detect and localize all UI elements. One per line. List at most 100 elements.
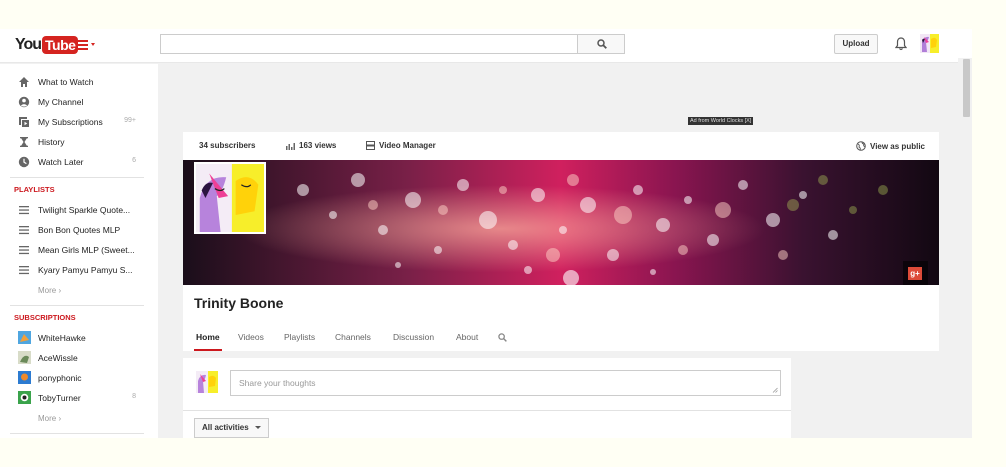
- divider: [10, 177, 144, 178]
- video-manager-link[interactable]: Video Manager: [366, 141, 436, 150]
- playlists-more-link[interactable]: More ›: [38, 286, 61, 295]
- logo-you-text: You: [15, 36, 42, 53]
- sidebar-item-my-subscriptions[interactable]: My Subscriptions 99+: [0, 112, 158, 132]
- channel-avatar[interactable]: [194, 162, 266, 234]
- share-thoughts-input[interactable]: Share your thoughts: [230, 370, 781, 396]
- subscriber-count: 34 subscribers: [199, 141, 256, 150]
- ad-label[interactable]: Ad from World Clocks [X]: [688, 117, 754, 125]
- sidebar-subscription-item[interactable]: ponyphonic: [0, 368, 158, 388]
- subscriptions-heading[interactable]: SUBSCRIPTIONS: [14, 313, 76, 322]
- tab-channels[interactable]: Channels: [335, 332, 371, 342]
- views-stat: 163 views: [286, 141, 336, 150]
- subscriptions-icon: [19, 117, 29, 127]
- sidebar-item-label: Mean Girls MLP (Sweet...: [38, 245, 135, 255]
- activity-feed: Share your thoughts All activities: [183, 358, 791, 438]
- masthead: You Tube Upload: [0, 29, 972, 63]
- divider: [10, 305, 144, 306]
- resize-handle-icon[interactable]: [772, 387, 778, 393]
- hourglass-icon: [20, 137, 28, 147]
- channel-art-image: [183, 160, 939, 285]
- playlist-icon: [19, 226, 29, 235]
- channel-avatar: [18, 351, 31, 364]
- sidebar-item-label: Kyary Pamyu Pamyu S...: [38, 265, 133, 275]
- search-input[interactable]: [160, 34, 578, 54]
- sidebar-item-label: WhiteHawke: [38, 333, 86, 343]
- user-icon: [18, 96, 30, 108]
- home-icon: [19, 77, 29, 87]
- sidebar-item-label: My Channel: [38, 97, 84, 107]
- subscriptions-more-link[interactable]: More ›: [38, 414, 61, 423]
- sidebar-item-label: My Subscriptions: [38, 117, 103, 127]
- youtube-logo[interactable]: You Tube: [15, 35, 79, 55]
- upload-button[interactable]: Upload: [834, 34, 878, 54]
- logo-tube-text: Tube: [42, 36, 79, 54]
- active-tab-indicator: [194, 349, 222, 351]
- sidebar-item-label: Twilight Sparkle Quote...: [38, 205, 131, 215]
- channel-banner[interactable]: g+: [183, 160, 939, 285]
- channel-search-icon[interactable]: [498, 333, 507, 342]
- tab-discussion[interactable]: Discussion: [393, 332, 434, 342]
- video-manager-label: Video Manager: [379, 141, 436, 150]
- google-plus-icon: g+: [908, 267, 922, 280]
- playlist-icon: [19, 206, 29, 215]
- google-plus-button[interactable]: g+: [903, 261, 928, 285]
- playlist-icon: [19, 246, 29, 255]
- youtube-window: You Tube Upload What to Watch My Channel…: [0, 29, 972, 438]
- sidebar-item-label: Bon Bon Quotes MLP: [38, 225, 121, 235]
- sidebar-item-label: Watch Later: [38, 157, 84, 167]
- channel-header: 34 subscribers 163 views Video Manager V…: [183, 132, 939, 351]
- view-as-public-label: View as public: [870, 141, 925, 151]
- account-avatar[interactable]: [920, 34, 939, 53]
- tab-playlists[interactable]: Playlists: [284, 332, 315, 342]
- playlist-icon: [19, 266, 29, 275]
- sidebar-playlist-item[interactable]: Kyary Pamyu Pamyu S...: [0, 260, 158, 280]
- guide-menu-icon[interactable]: [78, 39, 98, 51]
- sidebar-playlist-item[interactable]: Bon Bon Quotes MLP: [0, 220, 158, 240]
- tab-home[interactable]: Home: [196, 332, 220, 342]
- share-placeholder: Share your thoughts: [239, 378, 316, 388]
- subscription-count: 8: [132, 393, 136, 400]
- divider: [10, 433, 144, 434]
- sidebar-subscription-item[interactable]: TobyTurner 8: [0, 388, 158, 408]
- sidebar-item-label: ponyphonic: [38, 373, 82, 383]
- playlists-heading[interactable]: PLAYLISTS: [14, 185, 55, 194]
- clock-icon: [18, 156, 30, 168]
- sidebar-item-my-channel[interactable]: My Channel: [0, 92, 158, 112]
- scrollbar-thumb[interactable]: [963, 59, 970, 117]
- guide-sidebar: What to Watch My Channel My Subscription…: [0, 64, 158, 438]
- sidebar-subscription-item[interactable]: WhiteHawke: [0, 328, 158, 348]
- activities-filter-label: All activities: [202, 423, 249, 432]
- chevron-down-icon: [254, 426, 261, 430]
- search-icon: [597, 39, 607, 49]
- channel-avatar: [18, 371, 31, 384]
- sidebar-item-label: AceWissle: [38, 353, 78, 363]
- views-count: 163 views: [299, 141, 337, 150]
- sidebar-item-what-to-watch[interactable]: What to Watch: [0, 72, 158, 92]
- video-manager-icon: [366, 141, 375, 150]
- watch-later-count: 6: [132, 157, 136, 164]
- sidebar-playlist-item[interactable]: Twilight Sparkle Quote...: [0, 200, 158, 220]
- notification-bell-icon[interactable]: [895, 37, 907, 51]
- divider: [183, 410, 791, 411]
- tab-videos[interactable]: Videos: [238, 332, 264, 342]
- channel-name: Trinity Boone: [194, 295, 284, 311]
- tab-about[interactable]: About: [456, 332, 478, 342]
- sidebar-item-label: TobyTurner: [38, 393, 81, 403]
- globe-icon: [856, 141, 866, 151]
- sidebar-item-label: What to Watch: [38, 77, 94, 87]
- activities-filter-dropdown[interactable]: All activities: [194, 418, 269, 438]
- channel-tabs: Home Videos Playlists Channels Discussio…: [183, 328, 939, 351]
- channel-avatar: [18, 331, 31, 344]
- channel-avatar: [18, 391, 31, 404]
- bar-chart-icon: [286, 142, 295, 150]
- subscriptions-count: 99+: [124, 117, 136, 124]
- sidebar-playlist-item[interactable]: Mean Girls MLP (Sweet...: [0, 240, 158, 260]
- sidebar-item-history[interactable]: History: [0, 132, 158, 152]
- sidebar-item-watch-later[interactable]: Watch Later 6: [0, 152, 158, 172]
- page-scrollbar[interactable]: [958, 58, 972, 438]
- user-avatar: [196, 371, 218, 393]
- view-as-public-link[interactable]: View as public: [856, 141, 925, 151]
- search-button[interactable]: [577, 34, 625, 54]
- sidebar-subscription-item[interactable]: AceWissle: [0, 348, 158, 368]
- sidebar-item-label: History: [38, 137, 65, 147]
